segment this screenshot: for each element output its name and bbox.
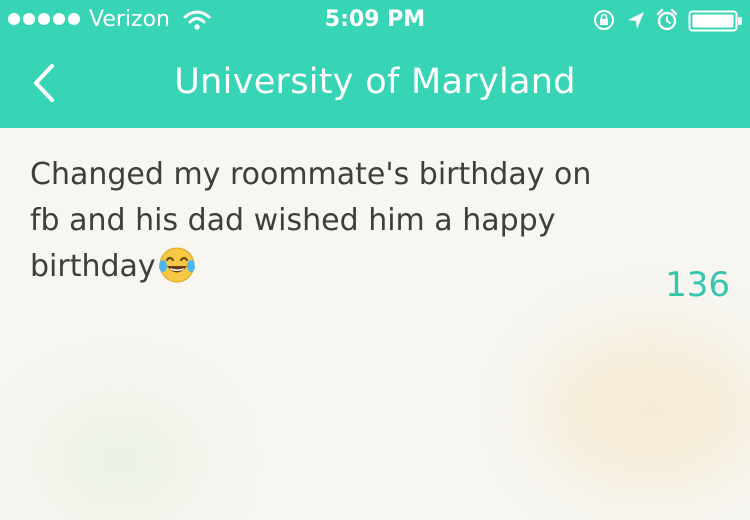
rotation-lock-icon (594, 10, 614, 30)
page-title: University of Maryland (174, 62, 576, 102)
header-bar: Verizon 5:09 PM University of Maryland (0, 0, 750, 128)
background-blob (540, 330, 750, 490)
post-text: Changed my roommate's birthday on fb and… (30, 157, 592, 284)
alarm-clock-icon (656, 8, 678, 31)
face-with-tears-of-joy-icon (158, 247, 195, 283)
battery-icon (688, 10, 742, 32)
post-body: Changed my roommate's birthday on fb and… (30, 152, 630, 290)
background-blob (40, 400, 200, 520)
status-bar: Verizon 5:09 PM (0, 0, 750, 40)
location-arrow-icon (628, 12, 644, 29)
vote-count: 136 (665, 265, 730, 305)
